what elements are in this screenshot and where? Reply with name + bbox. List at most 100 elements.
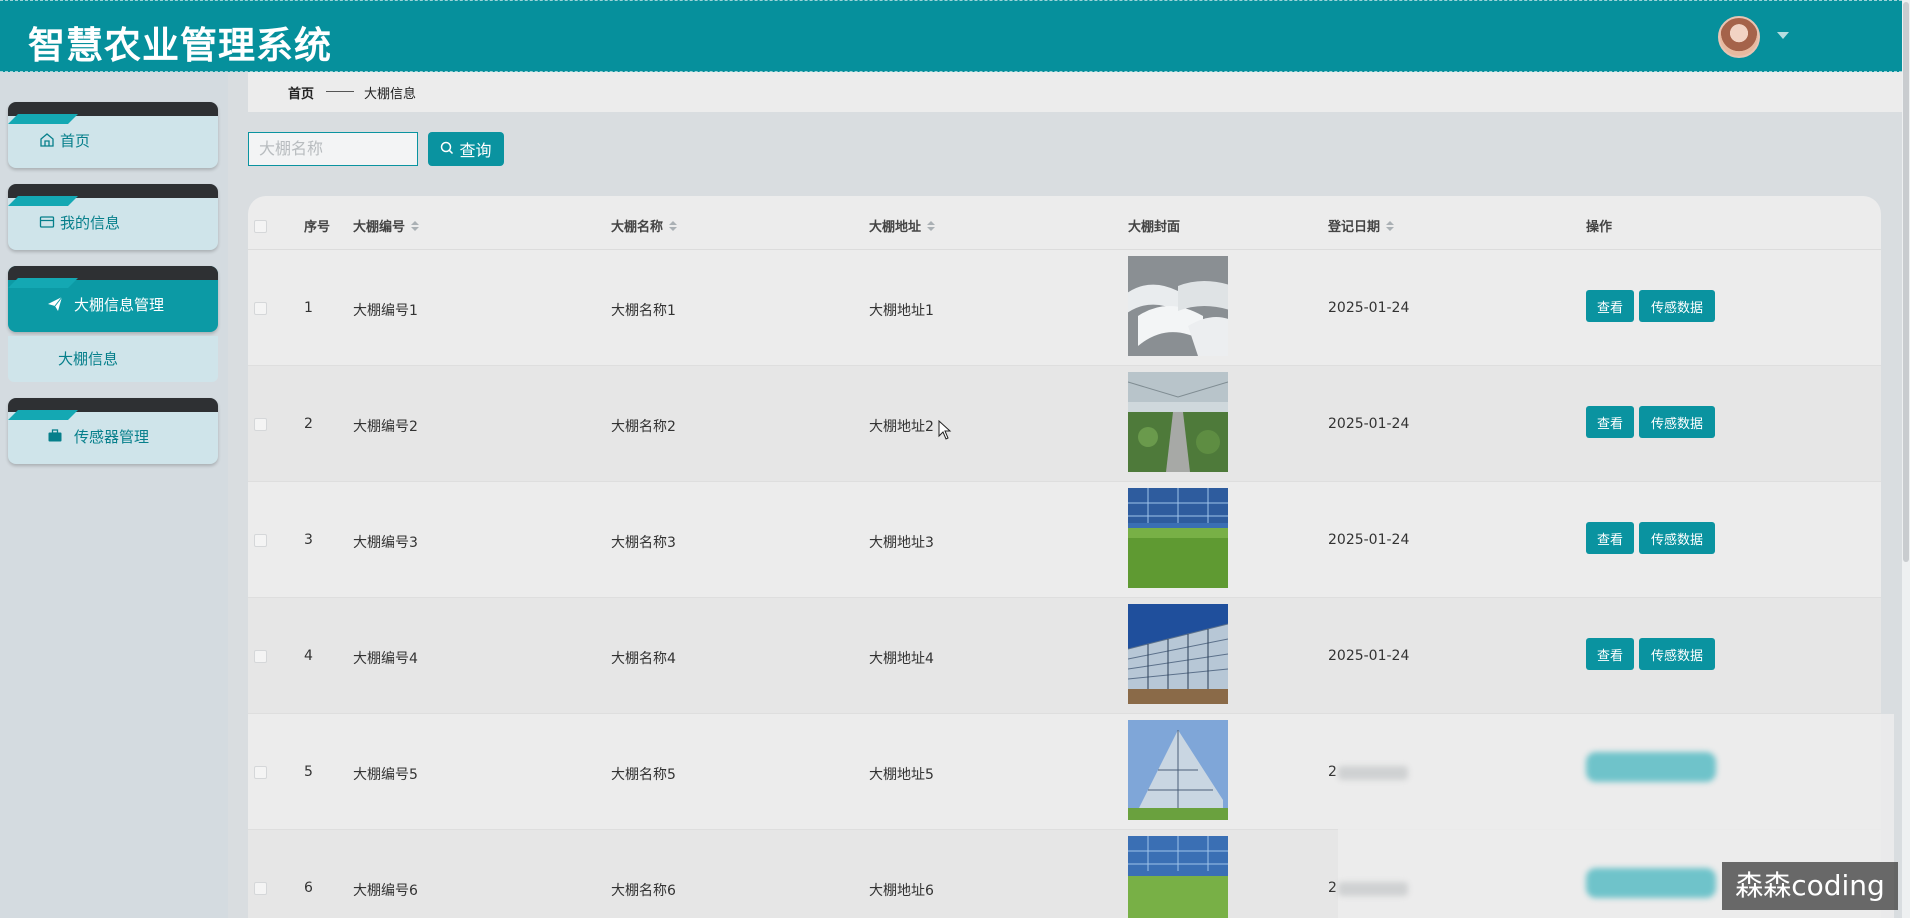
view-button[interactable]: 查看 — [1586, 406, 1634, 438]
menu-card-cap — [8, 102, 218, 116]
sidebar-item-label: 首页 — [60, 131, 91, 150]
header-index: 序号 — [304, 216, 330, 235]
cell-index: 1 — [304, 300, 313, 316]
header-cover: 大棚封面 — [1128, 216, 1180, 235]
search-button[interactable]: 查询 — [428, 132, 504, 166]
cell-index: 3 — [304, 532, 313, 548]
view-button[interactable]: 查看 — [1586, 290, 1634, 322]
scrollbar-thumb[interactable] — [1903, 2, 1909, 562]
cell-index: 5 — [304, 764, 313, 780]
sensor-data-button[interactable]: 传感数据 — [1639, 290, 1715, 322]
breadcrumb-current: 大棚信息 — [364, 87, 417, 102]
header-cover-label: 大棚封面 — [1128, 220, 1181, 235]
cover-image[interactable] — [1128, 720, 1228, 820]
blurred-date — [1338, 882, 1408, 896]
sensor-data-button[interactable]: 传感数据 — [1639, 638, 1715, 670]
cell-code: 大棚编号3 — [353, 535, 418, 551]
sidebar-item-greenhouse-management[interactable]: 大棚信息管理 — [8, 266, 218, 332]
sensor-data-button[interactable]: 传感数据 — [1639, 522, 1715, 554]
cell-name: 大棚名称4 — [611, 651, 676, 667]
cell-name: 大棚名称2 — [611, 419, 676, 435]
cover-image[interactable] — [1128, 836, 1228, 918]
cell-date: 2025-01-24 — [1328, 532, 1410, 548]
cell-index: 6 — [304, 880, 313, 896]
cell-address: 大棚地址4 — [869, 651, 934, 667]
page-scrollbar[interactable] — [1902, 0, 1910, 918]
row-checkbox[interactable] — [254, 418, 267, 431]
search-icon — [440, 140, 454, 159]
cell-index: 2 — [304, 416, 313, 432]
cell-date: 2 — [1328, 880, 1337, 896]
header-index-label: 序号 — [304, 220, 331, 235]
cell-date: 2025-01-24 — [1328, 416, 1410, 432]
briefcase-icon — [46, 427, 64, 445]
cover-image[interactable] — [1128, 488, 1228, 588]
sensor-data-button[interactable]: 传感数据 — [1639, 406, 1715, 438]
header-date[interactable]: 登记日期 — [1328, 216, 1395, 235]
cell-address: 大棚地址6 — [869, 883, 934, 899]
header-code-label: 大棚编号 — [353, 220, 406, 235]
view-button[interactable]: 查看 — [1586, 638, 1634, 670]
sidebar-subitem-greenhouse-info[interactable]: 大棚信息 — [8, 336, 218, 382]
view-button[interactable]: 查看 — [1586, 522, 1634, 554]
cell-code: 大棚编号2 — [353, 419, 418, 435]
cell-name: 大棚名称6 — [611, 883, 676, 899]
mouse-cursor-icon — [938, 420, 952, 440]
sidebar-item-my-info[interactable]: 我的信息 — [8, 184, 218, 250]
cell-name: 大棚名称5 — [611, 767, 676, 783]
table-row: 3 大棚编号3 大棚名称3 大棚地址3 2025-01-24 查看 传感数据 — [248, 482, 1881, 598]
sidebar-item-label: 传感器管理 — [74, 427, 150, 446]
cover-image[interactable] — [1128, 256, 1228, 356]
cell-code: 大棚编号5 — [353, 767, 418, 783]
header-address[interactable]: 大棚地址 — [869, 216, 936, 235]
sidebar-item-home[interactable]: 首页 — [8, 102, 218, 168]
cell-name: 大棚名称3 — [611, 535, 676, 551]
breadcrumb-home[interactable]: 首页 — [288, 83, 314, 102]
header-code[interactable]: 大棚编号 — [353, 216, 420, 235]
cell-code: 大棚编号6 — [353, 883, 418, 899]
sort-icon[interactable] — [1386, 220, 1395, 231]
top-header: 智慧农业管理系统 — [0, 0, 1902, 72]
cell-address: 大棚地址5 — [869, 767, 934, 783]
sidebar-item-sensor-management[interactable]: 传感器管理 — [8, 398, 218, 464]
cell-code: 大棚编号4 — [353, 651, 418, 667]
row-checkbox[interactable] — [254, 882, 267, 895]
chevron-down-icon[interactable] — [1777, 32, 1789, 39]
row-checkbox[interactable] — [254, 766, 267, 779]
breadcrumb: 首页 大棚信息 — [248, 72, 1902, 112]
sort-icon[interactable] — [927, 220, 936, 231]
cover-image[interactable] — [1128, 372, 1228, 472]
row-checkbox[interactable] — [254, 534, 267, 547]
cell-date: 2025-01-24 — [1328, 648, 1410, 664]
cell-date: 2025-01-24 — [1328, 300, 1410, 316]
sidebar-item-label: 大棚信息管理 — [74, 295, 165, 314]
card-icon — [38, 213, 56, 231]
header-address-label: 大棚地址 — [869, 220, 922, 235]
cover-image[interactable] — [1128, 604, 1228, 704]
cell-code: 大棚编号1 — [353, 303, 418, 319]
cell-address: 大棚地址1 — [869, 303, 934, 319]
cell-address: 大棚地址3 — [869, 535, 934, 551]
select-all-checkbox[interactable] — [254, 220, 267, 233]
table-row: 2 大棚编号2 大棚名称2 大棚地址2 2025-01-24 查看 传感数据 — [248, 366, 1881, 482]
watermark: 森森coding — [1722, 862, 1898, 910]
header-date-label: 登记日期 — [1328, 220, 1381, 235]
breadcrumb-separator — [326, 91, 354, 92]
user-avatar[interactable] — [1718, 16, 1760, 58]
sidebar-item-label: 我的信息 — [60, 213, 121, 232]
cell-date: 2 — [1328, 764, 1337, 780]
table-header: 序号 大棚编号 大棚名称 大棚地址 大棚封面 登记日期 操作 — [248, 196, 1881, 250]
search-button-label: 查询 — [459, 141, 492, 160]
row-checkbox[interactable] — [254, 650, 267, 663]
sort-icon[interactable] — [669, 220, 678, 231]
app-title: 智慧农业管理系统 — [28, 24, 332, 67]
search-input[interactable]: 大棚名称 — [248, 132, 418, 166]
table-row: 1 大棚编号1 大棚名称1 大棚地址1 2025-01-24 查看 传感数据 — [248, 250, 1881, 366]
blurred-date — [1338, 766, 1408, 780]
menu-card-cap — [8, 398, 218, 412]
row-checkbox[interactable] — [254, 302, 267, 315]
menu-card-cap — [8, 266, 218, 280]
header-name[interactable]: 大棚名称 — [611, 216, 678, 235]
sort-icon[interactable] — [411, 220, 420, 231]
header-actions: 操作 — [1586, 216, 1612, 235]
